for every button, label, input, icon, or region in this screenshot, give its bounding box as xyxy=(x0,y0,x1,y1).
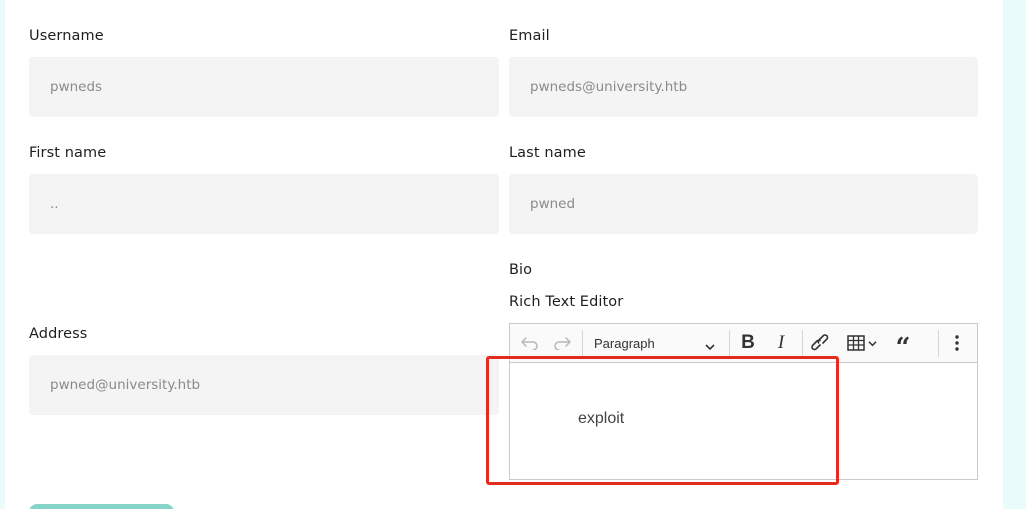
last-name-label: Last name xyxy=(509,145,586,161)
bio-label: Bio xyxy=(509,262,533,278)
first-name-label: First name xyxy=(29,145,107,161)
italic-icon[interactable]: I xyxy=(768,324,794,362)
submit-button[interactable] xyxy=(29,504,174,509)
bold-icon[interactable]: B xyxy=(735,324,761,362)
toolbar-separator xyxy=(729,330,730,357)
email-label: Email xyxy=(509,28,550,44)
toolbar-separator xyxy=(802,330,803,357)
first-name-field[interactable]: .. xyxy=(29,174,499,234)
editor-content[interactable]: exploit xyxy=(578,410,624,428)
undo-icon[interactable] xyxy=(516,324,544,362)
toolbar-separator xyxy=(582,330,583,357)
paragraph-select-label: Paragraph xyxy=(594,335,655,351)
more-vertical-icon[interactable] xyxy=(944,324,970,362)
redo-icon[interactable] xyxy=(548,324,576,362)
paragraph-select[interactable]: Paragraph xyxy=(586,324,721,362)
rich-text-editor-label: Rich Text Editor xyxy=(509,294,624,310)
link-icon[interactable] xyxy=(807,324,833,362)
email-field[interactable]: pwneds@university.htb xyxy=(509,57,978,117)
editor-toolbar: Paragraph B I “ xyxy=(510,324,977,363)
username-label: Username xyxy=(29,28,104,44)
address-field[interactable]: pwned@university.htb xyxy=(29,355,499,415)
toolbar-separator xyxy=(938,330,939,357)
address-label: Address xyxy=(29,326,88,342)
last-name-field[interactable]: pwned xyxy=(509,174,978,234)
quote-icon[interactable]: “ xyxy=(890,324,916,362)
table-icon[interactable] xyxy=(842,324,882,362)
chevron-down-icon xyxy=(705,337,715,356)
username-field[interactable]: pwneds xyxy=(29,57,499,117)
rich-text-editor: Paragraph B I “ exploit xyxy=(509,323,978,480)
